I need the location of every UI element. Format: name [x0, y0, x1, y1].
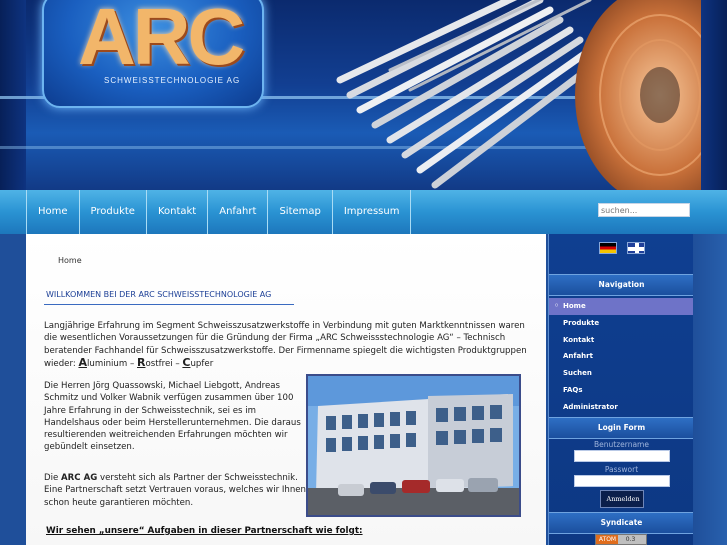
sidebar-item-administrator[interactable]: Administrator — [549, 399, 694, 416]
nav-impressum[interactable]: Impressum — [333, 190, 412, 234]
sidebar-item-produkte[interactable]: Produkte — [549, 315, 694, 332]
syndicate-module-title: Syndicate — [549, 512, 694, 534]
sidebar-item-kontakt[interactable]: Kontakt — [549, 332, 694, 349]
arc-logo[interactable]: ARC SCHWEISSTECHNOLOGIE AG — [42, 0, 264, 108]
partners-paragraph: Die Herren Jörg Quassowski, Michael Lieb… — [44, 381, 301, 453]
partnership-company-name: ARC AG — [61, 473, 98, 483]
nav-sitemap[interactable]: Sitemap — [268, 190, 333, 234]
username-label: Benutzername — [594, 440, 649, 449]
product-initial-a: A — [78, 355, 87, 369]
password-label: Passwort — [604, 465, 639, 474]
intro-paragraph: Langjährige Erfahrung im Segment Schweis… — [44, 321, 527, 369]
login-module-title: Login Form — [549, 417, 694, 439]
site-header: ARC SCHWEISSTECHNOLOGIE AG — [0, 0, 727, 190]
language-switcher — [599, 242, 645, 254]
page-right-edge — [693, 234, 727, 545]
password-field[interactable] — [573, 475, 670, 487]
company-building-photo — [306, 374, 521, 517]
product-rest-a: luminium — [86, 358, 128, 369]
header-edge-left — [0, 0, 26, 190]
sidebar-item-faqs[interactable]: FAQs — [549, 382, 694, 399]
header-edge-right — [701, 0, 727, 190]
sidebar-item-suchen[interactable]: Suchen — [549, 365, 694, 382]
partnership-text-start: Die — [44, 473, 62, 483]
main-menu: Home Produkte Kontakt Anfahrt Sitemap Im… — [26, 190, 412, 234]
feed-badge-label: ATOM — [598, 536, 617, 543]
logo-brand-text: ARC — [78, 0, 245, 81]
title-divider — [44, 304, 294, 305]
tasks-heading: Wir sehen „unsere“ Aufgaben in dieser Pa… — [46, 526, 363, 536]
navigation-module-title: Navigation — [549, 274, 694, 296]
login-form: Benutzername Passwort Anmelden — [549, 440, 694, 508]
logo-subtitle: SCHWEISSTECHNOLOGIE AG — [104, 76, 241, 85]
breadcrumb[interactable]: Home — [58, 256, 82, 265]
product-rest-c: upfer — [190, 358, 214, 369]
right-sidebar: Navigation Home Produkte Kontakt Anfahrt… — [548, 234, 694, 545]
nav-kontakt[interactable]: Kontakt — [147, 190, 209, 234]
building-image — [308, 376, 519, 515]
search-input[interactable] — [598, 203, 690, 217]
german-flag-icon[interactable] — [599, 242, 617, 254]
feed-badge-version: 0.3 — [625, 536, 636, 543]
partnership-paragraph: Die ARC AG versteht sich als Partner der… — [44, 472, 306, 509]
product-rest-r: ostfrei — [145, 358, 173, 369]
nav-anfahrt[interactable]: Anfahrt — [208, 190, 269, 234]
page-title: WILLKOMMEN BEI DER ARC SCHWEISSTECHNOLOG… — [46, 290, 272, 299]
username-field[interactable] — [573, 450, 670, 462]
sidebar-item-home[interactable]: Home — [549, 298, 694, 315]
uk-flag-icon[interactable] — [627, 242, 645, 254]
main-content: Home WILLKOMMEN BEI DER ARC SCHWEISSTECH… — [26, 234, 546, 545]
atom-feed-badge[interactable]: ATOM 0.3 — [595, 534, 647, 545]
nav-produkte[interactable]: Produkte — [80, 190, 147, 234]
nav-home[interactable]: Home — [26, 190, 80, 234]
sidebar-navigation: Home Produkte Kontakt Anfahrt Suchen FAQ… — [549, 298, 694, 416]
wire-spool-illustration — [575, 0, 727, 190]
sidebar-item-anfahrt[interactable]: Anfahrt — [549, 348, 694, 365]
login-button[interactable]: Anmelden — [599, 490, 644, 508]
